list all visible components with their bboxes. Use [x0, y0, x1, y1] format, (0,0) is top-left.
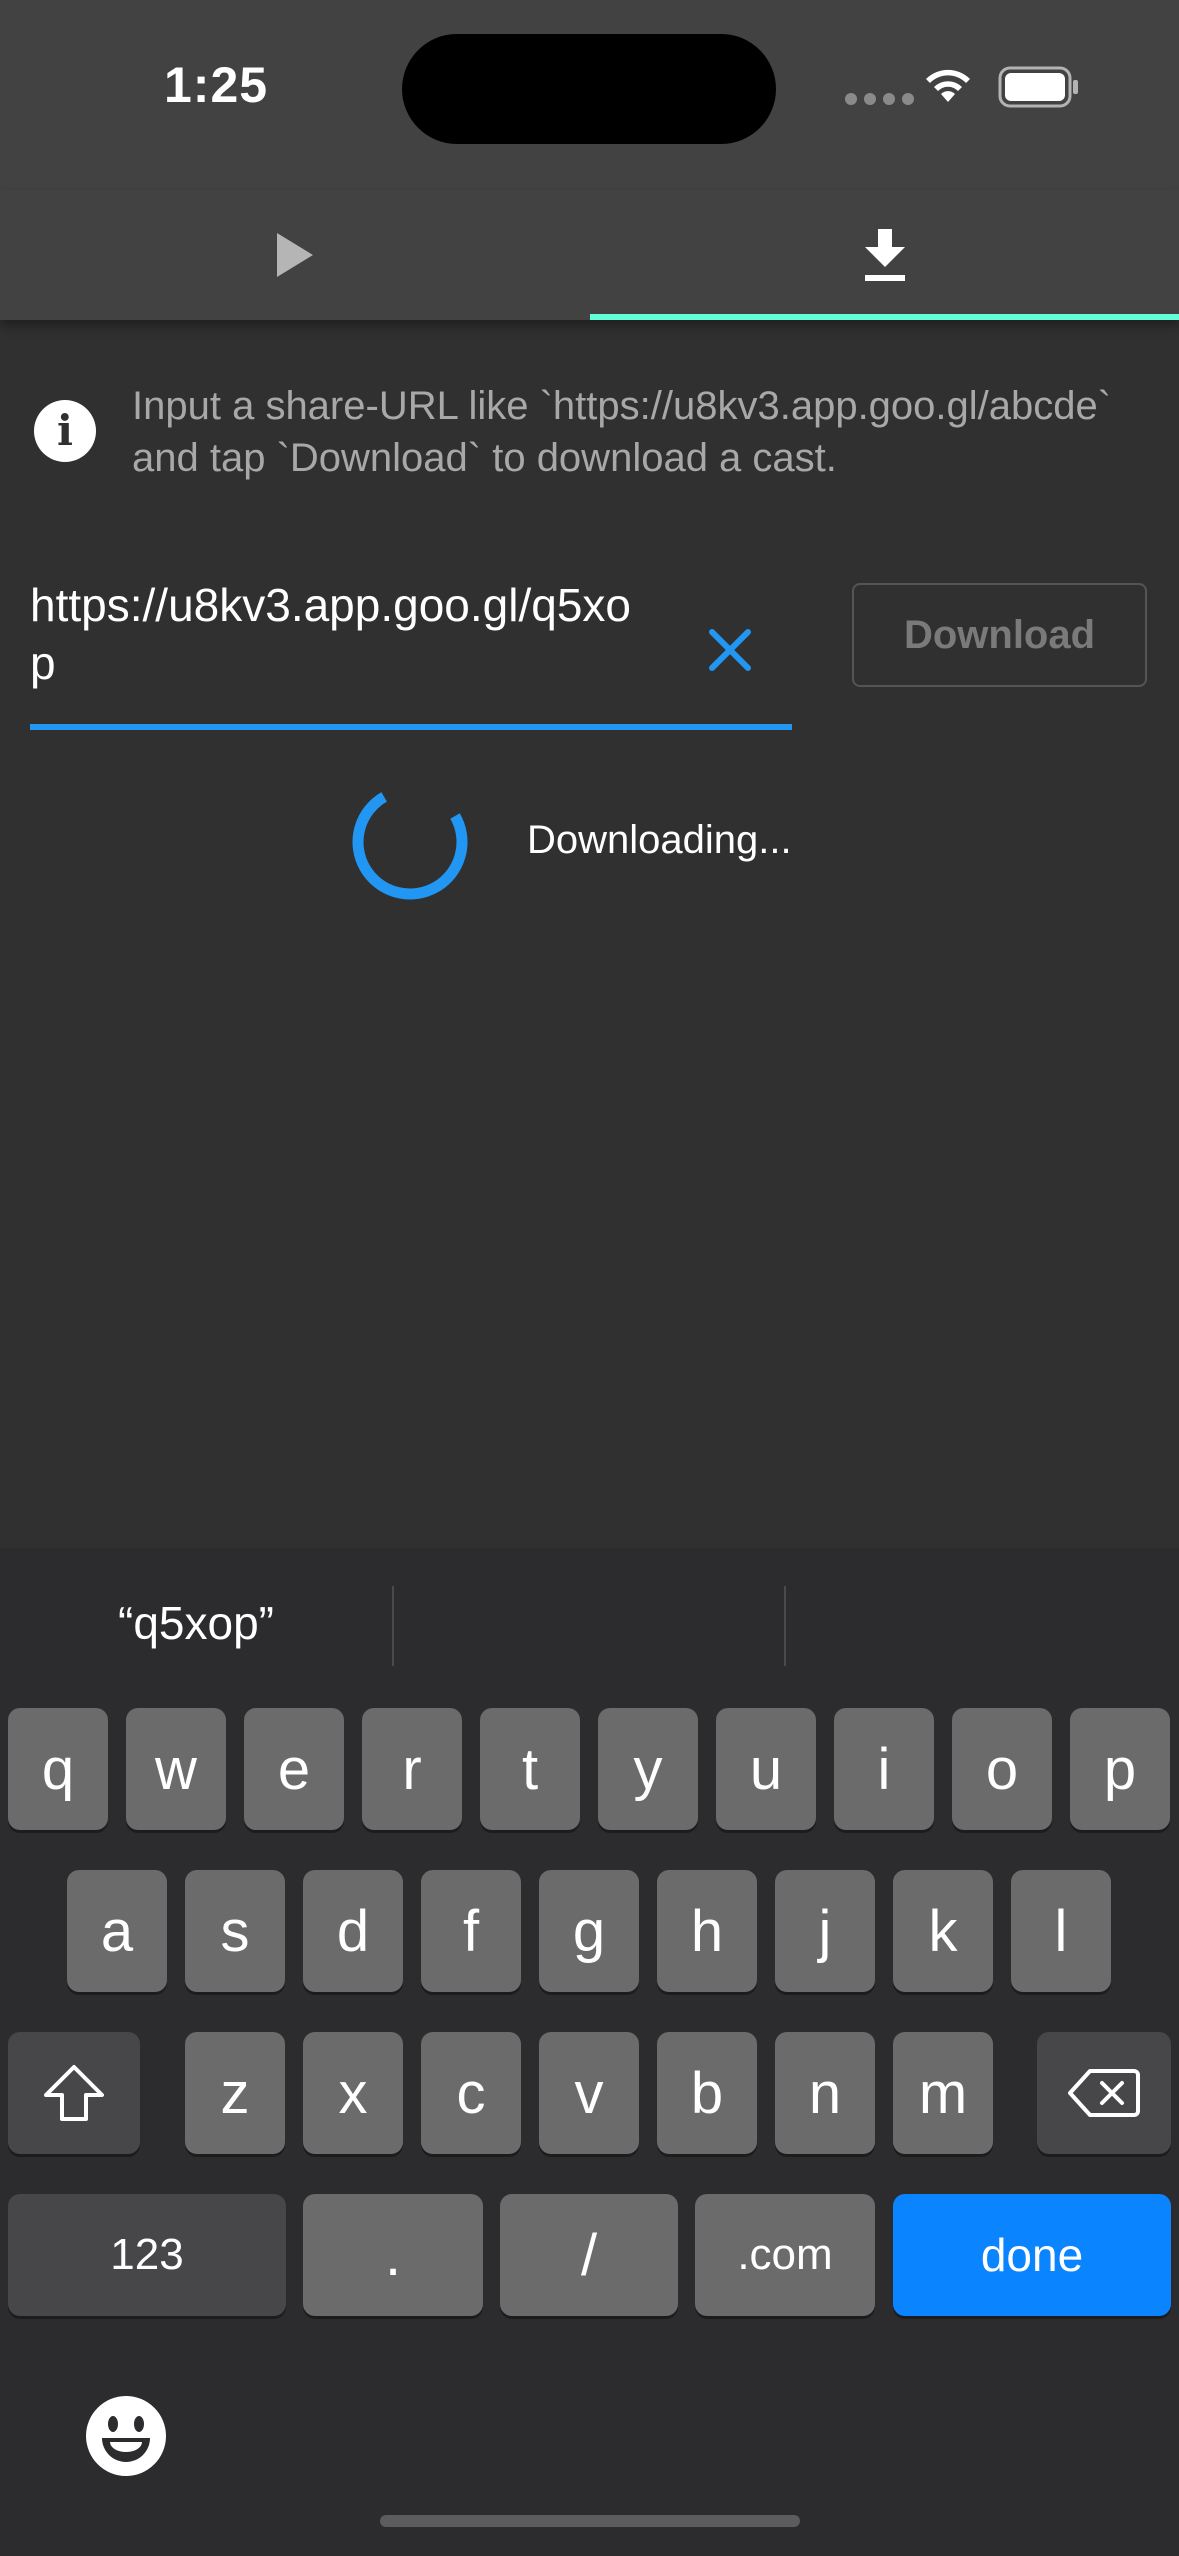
- clear-url-button[interactable]: [690, 610, 770, 690]
- key-t[interactable]: t: [480, 1708, 580, 1830]
- key-v[interactable]: v: [539, 2032, 639, 2154]
- emoji-icon[interactable]: [84, 2394, 168, 2478]
- key-w[interactable]: w: [126, 1708, 226, 1830]
- key-g[interactable]: g: [539, 1870, 639, 1992]
- suggestion-bar: “q5xop”: [0, 1548, 1179, 1698]
- key-e[interactable]: e: [244, 1708, 344, 1830]
- shift-key[interactable]: [8, 2032, 140, 2154]
- info-icon: i: [34, 400, 96, 462]
- key-y[interactable]: y: [598, 1708, 698, 1830]
- status-bar: 1:25: [0, 0, 1179, 190]
- key-f[interactable]: f: [421, 1870, 521, 1992]
- wifi-icon: [926, 69, 970, 102]
- tab-download[interactable]: [590, 190, 1179, 320]
- tab-indicator: [590, 314, 1179, 320]
- tab-play[interactable]: [0, 190, 589, 320]
- key-q[interactable]: q: [8, 1708, 108, 1830]
- suggestion-1[interactable]: “q5xop”: [0, 1548, 392, 1698]
- key-r[interactable]: r: [362, 1708, 462, 1830]
- dynamic-island: [402, 34, 776, 144]
- info-text: Input a share-URL like `https://u8kv3.ap…: [132, 384, 1112, 480]
- status-label: Downloading...: [527, 818, 792, 862]
- key-p[interactable]: p: [1070, 1708, 1170, 1830]
- delete-key[interactable]: [1037, 2032, 1171, 2154]
- shift-icon: [44, 2065, 104, 2121]
- key-o[interactable]: o: [952, 1708, 1052, 1830]
- key-j[interactable]: j: [775, 1870, 875, 1992]
- dotcom-key[interactable]: .com: [695, 2194, 875, 2316]
- info-banner: i Input a share-URL like `https://u8kv3.…: [0, 370, 1179, 500]
- download-icon: [864, 229, 905, 281]
- backspace-icon: [1068, 2069, 1140, 2117]
- suggestion-3[interactable]: [786, 1548, 1179, 1698]
- battery-icon: [998, 66, 1078, 108]
- home-indicator: [380, 2515, 800, 2527]
- download-button[interactable]: Download: [852, 583, 1147, 687]
- key-z[interactable]: z: [185, 2032, 285, 2154]
- key-s[interactable]: s: [185, 1870, 285, 1992]
- url-input-underline: [30, 724, 792, 730]
- cellular-signal-icon: [845, 93, 914, 105]
- key-x[interactable]: x: [303, 2032, 403, 2154]
- progress-spinner: [352, 784, 468, 900]
- key-k[interactable]: k: [893, 1870, 993, 1992]
- slash-key[interactable]: /: [500, 2194, 678, 2316]
- key-b[interactable]: b: [657, 2032, 757, 2154]
- play-icon: [276, 233, 313, 277]
- suggestion-2[interactable]: [394, 1548, 784, 1698]
- status-time: 1:25: [164, 57, 269, 113]
- key-n[interactable]: n: [775, 2032, 875, 2154]
- key-a[interactable]: a: [67, 1870, 167, 1992]
- key-m[interactable]: m: [893, 2032, 993, 2154]
- key-l[interactable]: l: [1011, 1870, 1111, 1992]
- key-u[interactable]: u: [716, 1708, 816, 1830]
- tab-bar: [0, 190, 1179, 320]
- key-h[interactable]: h: [657, 1870, 757, 1992]
- numbers-key[interactable]: 123: [8, 2194, 286, 2316]
- url-input-value[interactable]: https://u8kv3.app.goo.gl/q5xop: [30, 576, 650, 692]
- dot-key[interactable]: .: [303, 2194, 483, 2316]
- key-d[interactable]: d: [303, 1870, 403, 1992]
- close-icon: [709, 629, 751, 671]
- key-i[interactable]: i: [834, 1708, 934, 1830]
- key-c[interactable]: c: [421, 2032, 521, 2154]
- url-input[interactable]: https://u8kv3.app.goo.gl/q5xop: [30, 570, 792, 730]
- done-key[interactable]: done: [893, 2194, 1171, 2316]
